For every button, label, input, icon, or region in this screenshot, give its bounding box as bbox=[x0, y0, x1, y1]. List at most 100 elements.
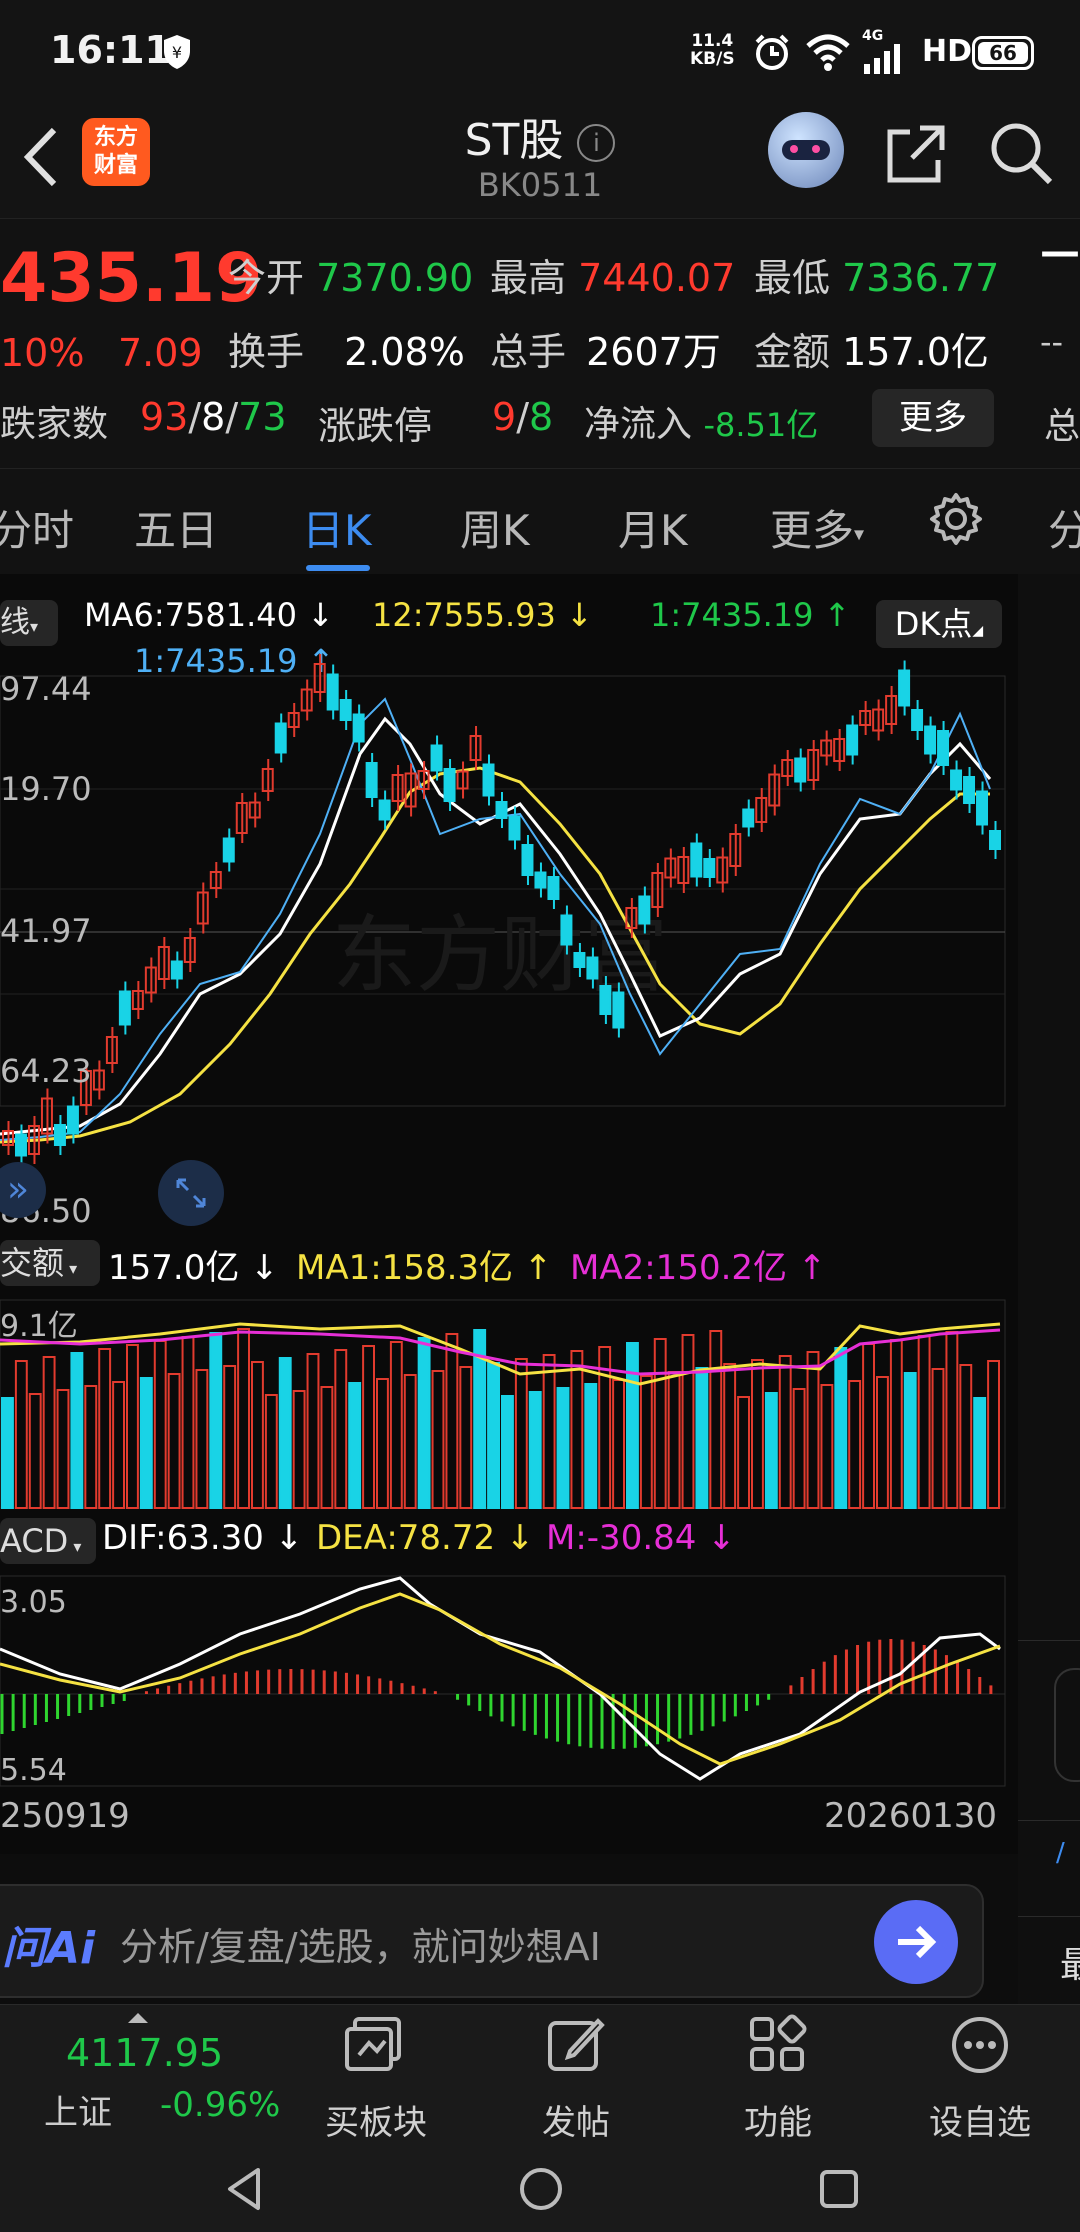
volume-bar bbox=[237, 1328, 251, 1509]
volume-bar bbox=[70, 1352, 84, 1509]
volume-bar bbox=[764, 1392, 778, 1509]
candle-body bbox=[378, 799, 391, 821]
system-home-button[interactable] bbox=[516, 2164, 566, 2218]
volume-bar bbox=[626, 1342, 639, 1509]
share-icon[interactable] bbox=[884, 122, 948, 190]
candle-body bbox=[690, 842, 703, 878]
change-percent: 10% bbox=[0, 331, 85, 375]
volume-bar bbox=[209, 1332, 223, 1509]
volume-bar bbox=[556, 1387, 570, 1509]
candle-body bbox=[118, 990, 131, 1026]
change-value: 7.09 bbox=[118, 331, 203, 375]
volume-bar bbox=[917, 1335, 931, 1509]
candle-body bbox=[638, 895, 651, 925]
volume-bar bbox=[528, 1391, 542, 1509]
index-name[interactable]: 上证 bbox=[44, 2085, 112, 2134]
index-caret-icon[interactable] bbox=[128, 2013, 148, 2023]
volume-bar bbox=[153, 1340, 167, 1509]
candle-body bbox=[599, 985, 612, 1015]
turnover-label: 换手 bbox=[228, 330, 305, 374]
shield-icon: ¥ bbox=[162, 34, 192, 70]
tab-monthly-k[interactable]: 月K bbox=[618, 497, 688, 558]
quote-panel: 435.19 10% 7.09 今开 7370.90 最高 7440.07 最低… bbox=[0, 218, 1080, 469]
volume-bar bbox=[42, 1356, 56, 1509]
candle-body bbox=[742, 808, 755, 828]
nav-post-label: 发帖 bbox=[542, 2103, 610, 2143]
x-axis-start: 250919 bbox=[0, 1796, 130, 1836]
volume-bar bbox=[417, 1337, 431, 1509]
candle-body bbox=[976, 790, 989, 826]
side-panel-handle[interactable] bbox=[1054, 1668, 1080, 1782]
tab-more[interactable]: 更多▾ bbox=[770, 497, 864, 558]
y-tick-1: 97.44 bbox=[0, 670, 92, 708]
kline-chart-svg[interactable]: 东方财富 97.44 19.70 41.97 64.23 86.50 9.1亿 … bbox=[0, 574, 1018, 1854]
candle-body bbox=[534, 871, 547, 889]
nav-post[interactable]: 发帖 bbox=[496, 2013, 656, 2144]
ai-ask-bar[interactable]: 问Ai 分析/复盘/选股，就问妙想AI bbox=[0, 1884, 984, 1998]
volume-bar bbox=[584, 1383, 598, 1509]
tab-intraday[interactable]: 分时 bbox=[0, 497, 74, 558]
settings-gear-icon[interactable] bbox=[928, 491, 984, 551]
volume-bar bbox=[570, 1350, 584, 1509]
system-recents-button[interactable] bbox=[814, 2164, 864, 2218]
amount-label: 金额 bbox=[754, 330, 831, 374]
tab-daily-k[interactable]: 日K bbox=[302, 497, 372, 558]
side-panel-divider bbox=[1018, 1820, 1080, 1821]
ai-send-button[interactable] bbox=[874, 1900, 958, 1984]
volume-ma1-readout: MA1:158.3亿 ↑ bbox=[296, 1240, 552, 1289]
info-icon[interactable]: i bbox=[577, 124, 616, 162]
candle-body bbox=[586, 956, 599, 980]
volume-bar bbox=[834, 1347, 848, 1509]
arrow-up-icon: ↑ bbox=[787, 1248, 827, 1288]
macd-m-value: M:-30.84 bbox=[546, 1518, 697, 1558]
volume-bar bbox=[487, 1362, 501, 1509]
volume-bar bbox=[320, 1386, 334, 1509]
nav-buy-sector[interactable]: 买板块 bbox=[296, 2013, 456, 2144]
macd-dea-value: DEA:78.72 bbox=[316, 1518, 496, 1558]
volume-bar bbox=[376, 1378, 389, 1509]
volume-bar bbox=[112, 1381, 126, 1509]
ai-input-placeholder[interactable]: 分析/复盘/选股，就问妙想AI bbox=[120, 1916, 601, 1971]
tab-cutoff[interactable]: 分 bbox=[1048, 497, 1080, 558]
header-bar: 东方 财富 ST股 i BK0511 bbox=[0, 100, 1080, 218]
volume-bar bbox=[778, 1355, 792, 1509]
nav-add-watchlist[interactable]: 设自选 bbox=[900, 2013, 1060, 2144]
index-value[interactable]: 4117.95 bbox=[66, 2031, 223, 2075]
right-dash-1: — bbox=[1040, 229, 1080, 275]
tab-weekly-k[interactable]: 周K bbox=[460, 497, 530, 558]
volume-ma1-value: MA1:158.3亿 bbox=[296, 1248, 514, 1288]
search-icon[interactable] bbox=[988, 120, 1054, 190]
candle-body bbox=[950, 769, 963, 791]
volume-bar bbox=[931, 1368, 945, 1509]
ai-robot-avatar[interactable] bbox=[768, 112, 844, 188]
macd-dif-value: DIF:63.30 bbox=[102, 1518, 264, 1558]
fullscreen-button[interactable] bbox=[158, 1160, 224, 1226]
nav-functions[interactable]: 功能 bbox=[698, 2013, 858, 2144]
turnover-value: 2.08% bbox=[344, 330, 465, 374]
system-back-button[interactable] bbox=[220, 2164, 270, 2218]
more-button[interactable]: 更多 bbox=[872, 389, 994, 447]
volume-axis-label: 9.1亿 bbox=[0, 1309, 78, 1344]
candle-body bbox=[560, 914, 573, 946]
volume-label: 总手 bbox=[490, 330, 567, 374]
volume-bar bbox=[653, 1338, 667, 1509]
macd-dea-readout: DEA:78.72 ↓ bbox=[316, 1518, 534, 1558]
candle-body bbox=[66, 1105, 79, 1135]
volume-bar bbox=[167, 1373, 181, 1509]
breadth-sep-1: / bbox=[188, 395, 202, 439]
index-change[interactable]: -0.96% bbox=[160, 2085, 280, 2125]
candle-body bbox=[612, 991, 625, 1029]
volume-value: 2607万 bbox=[586, 330, 721, 374]
tab-five-day[interactable]: 五日 bbox=[134, 497, 218, 558]
side-panel-mark: / bbox=[1056, 1838, 1065, 1868]
limit-label: 涨跌停 bbox=[318, 404, 433, 448]
volume-ma2-value: MA2:150.2亿 bbox=[570, 1248, 788, 1288]
side-panel-edge[interactable]: / 最 bbox=[1018, 574, 1080, 2004]
macd-y-top: 3.05 bbox=[0, 1585, 67, 1620]
volume-bar bbox=[501, 1395, 514, 1509]
volume-indicator-selector[interactable]: 交额 ▾ bbox=[0, 1240, 100, 1286]
volume-bar bbox=[820, 1384, 834, 1509]
volume-bar bbox=[945, 1331, 959, 1509]
y-tick-2: 19.70 bbox=[0, 770, 92, 808]
macd-indicator-selector[interactable]: ACD ▾ bbox=[0, 1518, 96, 1564]
